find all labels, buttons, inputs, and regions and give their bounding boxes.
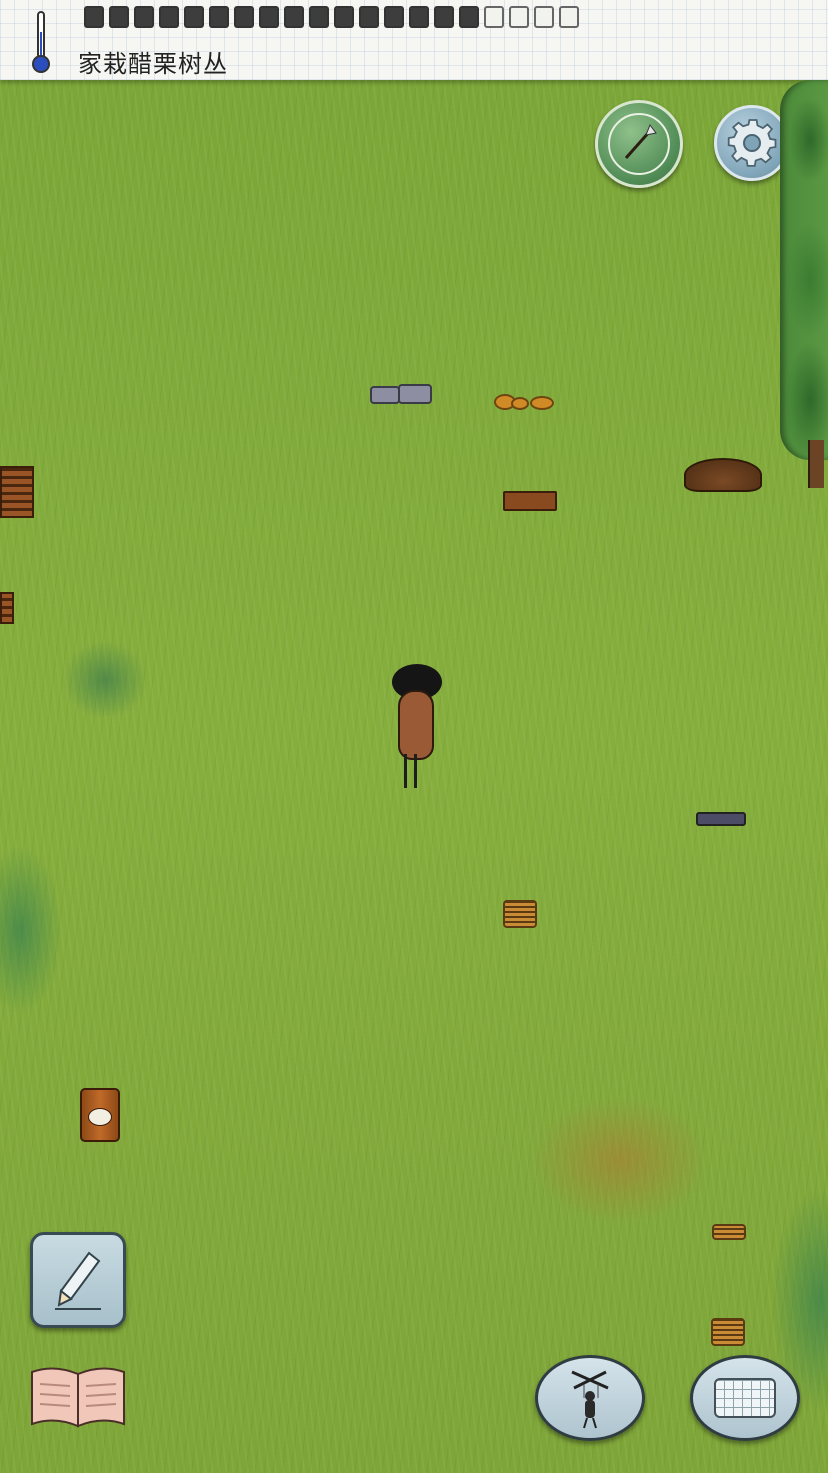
- food-pip-empty: [534, 6, 554, 28]
- write-button[interactable]: [30, 1232, 126, 1328]
- thermometer-icon: [32, 11, 50, 73]
- disc-stack[interactable]: [503, 900, 537, 928]
- food-pip-empty: [484, 6, 504, 28]
- food-pip-full: [384, 6, 404, 28]
- pencil-icon: [55, 1251, 101, 1310]
- food-pip-full: [134, 6, 154, 28]
- log-pile[interactable]: [0, 592, 14, 624]
- food-pip-full: [334, 6, 354, 28]
- stone-pile[interactable]: [398, 384, 432, 404]
- clay-disc[interactable]: [511, 397, 529, 410]
- food-pip-full: [459, 6, 479, 28]
- dirt-mound[interactable]: [684, 458, 762, 492]
- book-icon[interactable]: [28, 1362, 128, 1430]
- flat-stone[interactable]: [696, 812, 746, 826]
- disc-stack[interactable]: [711, 1318, 745, 1346]
- food-pip-full: [184, 6, 204, 28]
- food-pip-empty: [509, 6, 529, 28]
- food-pip-full: [359, 6, 379, 28]
- tree[interactable]: [780, 80, 828, 460]
- food-pip-full: [84, 6, 104, 28]
- food-pip-full: [234, 6, 254, 28]
- hover-object-label: 家栽醋栗树丛: [78, 50, 228, 78]
- clay-disc[interactable]: [530, 396, 554, 410]
- emote-button[interactable]: [535, 1355, 645, 1441]
- player-leg: [404, 754, 407, 788]
- puppet-icon: [571, 1370, 609, 1429]
- food-pip-full: [159, 6, 179, 28]
- gear-icon: [727, 119, 777, 167]
- food-pip-full: [209, 6, 229, 28]
- disc-stack[interactable]: [712, 1224, 746, 1240]
- jar-label: [88, 1108, 112, 1126]
- food-pip-full: [434, 6, 454, 28]
- player-leg: [414, 754, 417, 788]
- keyboard-icon: [714, 1378, 776, 1418]
- food-pip-full: [109, 6, 129, 28]
- food-pip-full: [309, 6, 329, 28]
- compass-button[interactable]: [595, 100, 683, 188]
- food-pip-empty: [559, 6, 579, 28]
- food-pip-full: [284, 6, 304, 28]
- log-pile[interactable]: [0, 466, 34, 518]
- food-pip-full: [259, 6, 279, 28]
- settings-button[interactable]: [714, 105, 790, 181]
- stone-pile[interactable]: [370, 386, 400, 404]
- player-character[interactable]: [398, 690, 434, 760]
- compass-icon: [608, 113, 670, 175]
- tree-trunk: [808, 440, 824, 488]
- food-meter: [84, 6, 579, 28]
- wooden-board[interactable]: [503, 491, 557, 511]
- food-pip-full: [409, 6, 429, 28]
